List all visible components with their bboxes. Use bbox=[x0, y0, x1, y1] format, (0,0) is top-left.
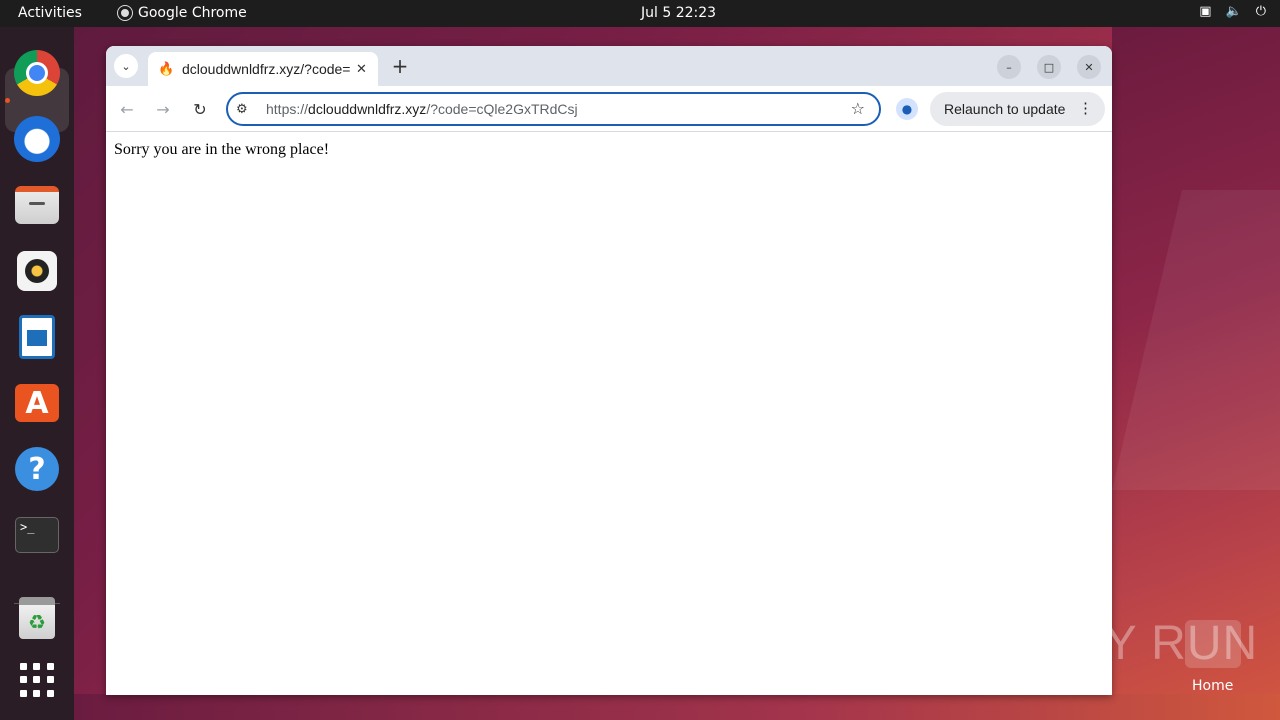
url-path: /?code=cQle2GxTRdCsj bbox=[426, 101, 578, 117]
thunderbird-icon bbox=[14, 116, 60, 162]
clock[interactable]: Jul 5 22:23 bbox=[641, 5, 716, 21]
chrome-icon bbox=[118, 6, 132, 20]
chevron-down-icon: ⌄ bbox=[121, 59, 131, 73]
tab-strip: ⌄ 🔥 dclouddwnldfrz.xyz/?code=cQle2GxTRdC… bbox=[106, 46, 1112, 86]
relaunch-button[interactable]: Relaunch to update ⋮ bbox=[930, 92, 1105, 126]
terminal-icon: >_ bbox=[15, 517, 59, 553]
person-icon: ● bbox=[901, 102, 913, 116]
rhythmbox-icon bbox=[17, 251, 57, 291]
dock-item-thunderbird[interactable] bbox=[14, 116, 60, 162]
dock-item-app-center[interactable]: A bbox=[14, 380, 60, 426]
address-bar[interactable]: ⚙ https://dclouddwnldfrz.xyz/?code=cQle2… bbox=[226, 92, 881, 126]
activities-button[interactable]: Activities bbox=[18, 5, 82, 21]
dock: A ? >_ ♻ bbox=[0, 27, 74, 720]
arrow-left-icon: ← bbox=[120, 99, 134, 119]
chrome-icon bbox=[14, 50, 60, 96]
power-icon: ⏻ bbox=[1255, 4, 1266, 19]
url-host: dclouddwnldfrz.xyz bbox=[308, 101, 427, 117]
dock-item-writer[interactable] bbox=[14, 314, 60, 360]
dock-item-trash[interactable]: ♻ bbox=[14, 595, 60, 641]
dock-item-chrome[interactable] bbox=[14, 50, 60, 96]
back-button[interactable]: ← bbox=[116, 98, 138, 120]
help-icon: ? bbox=[15, 447, 59, 491]
home-label[interactable]: Home bbox=[1192, 678, 1233, 694]
dock-item-rhythmbox[interactable] bbox=[14, 248, 60, 294]
page-message: Sorry you are in the wrong place! bbox=[114, 141, 330, 158]
tab-search-button[interactable]: ⌄ bbox=[114, 54, 138, 78]
top-bar: Activities Google Chrome Jul 5 22:23 ▣ 🔈… bbox=[0, 0, 1280, 27]
dock-item-files[interactable] bbox=[14, 182, 60, 228]
tab-title: dclouddwnldfrz.xyz/?code=cQle2GxTRdCsj bbox=[182, 61, 350, 77]
close-icon: ✕ bbox=[1084, 60, 1094, 74]
wallpaper-shape bbox=[1112, 190, 1280, 490]
system-tray[interactable]: ▣ 🔈 ⏻ bbox=[1199, 4, 1266, 19]
grid-icon bbox=[20, 663, 54, 697]
app-name: Google Chrome bbox=[138, 5, 247, 21]
page-content: Sorry you are in the wrong place! bbox=[106, 133, 1112, 695]
forward-button[interactable]: → bbox=[152, 98, 174, 120]
tab-active[interactable]: 🔥 dclouddwnldfrz.xyz/?code=cQle2GxTRdCsj… bbox=[148, 52, 378, 86]
plus-icon: + bbox=[391, 54, 409, 78]
files-icon bbox=[15, 186, 59, 224]
url-text: https://dclouddwnldfrz.xyz/?code=cQle2Gx… bbox=[266, 101, 578, 117]
dock-item-help[interactable]: ? bbox=[14, 446, 60, 492]
network-icon: ▣ bbox=[1199, 4, 1212, 19]
url-scheme: https:// bbox=[266, 101, 309, 117]
arrow-right-icon: → bbox=[156, 99, 170, 119]
maximize-button[interactable]: □ bbox=[1037, 55, 1061, 79]
favicon-icon: 🔥 bbox=[158, 61, 175, 77]
reload-icon: ↻ bbox=[193, 99, 207, 119]
show-apps-button[interactable] bbox=[14, 657, 60, 703]
profile-avatar[interactable]: ● bbox=[896, 98, 918, 120]
volume-icon: 🔈 bbox=[1225, 4, 1242, 19]
new-tab-button[interactable]: + bbox=[388, 54, 412, 78]
close-tab-icon[interactable]: ✕ bbox=[356, 62, 367, 77]
home-folder-icon[interactable] bbox=[1185, 620, 1241, 668]
site-info-icon[interactable]: ⚙ bbox=[236, 102, 258, 117]
maximize-icon: □ bbox=[1043, 60, 1055, 74]
minimize-icon: – bbox=[1006, 60, 1012, 74]
reload-button[interactable]: ↻ bbox=[189, 98, 211, 120]
browser-toolbar: ← → ↻ ⚙ https://dclouddwnldfrz.xyz/?code… bbox=[106, 86, 1112, 132]
app-menu[interactable]: Google Chrome bbox=[118, 5, 247, 21]
dock-item-terminal[interactable]: >_ bbox=[14, 512, 60, 558]
running-indicator bbox=[5, 98, 10, 103]
kebab-menu-icon[interactable]: ⋮ bbox=[1078, 99, 1093, 117]
writer-icon bbox=[19, 315, 55, 359]
minimize-button[interactable]: – bbox=[997, 55, 1021, 79]
wallpaper-bottom bbox=[74, 694, 1280, 720]
bookmark-star-icon[interactable]: ☆ bbox=[851, 99, 865, 118]
app-center-icon: A bbox=[15, 384, 59, 422]
relaunch-label: Relaunch to update bbox=[944, 101, 1066, 117]
trash-icon: ♻ bbox=[19, 597, 55, 639]
browser-window: ⌄ 🔥 dclouddwnldfrz.xyz/?code=cQle2GxTRdC… bbox=[106, 46, 1112, 695]
close-window-button[interactable]: ✕ bbox=[1077, 55, 1101, 79]
